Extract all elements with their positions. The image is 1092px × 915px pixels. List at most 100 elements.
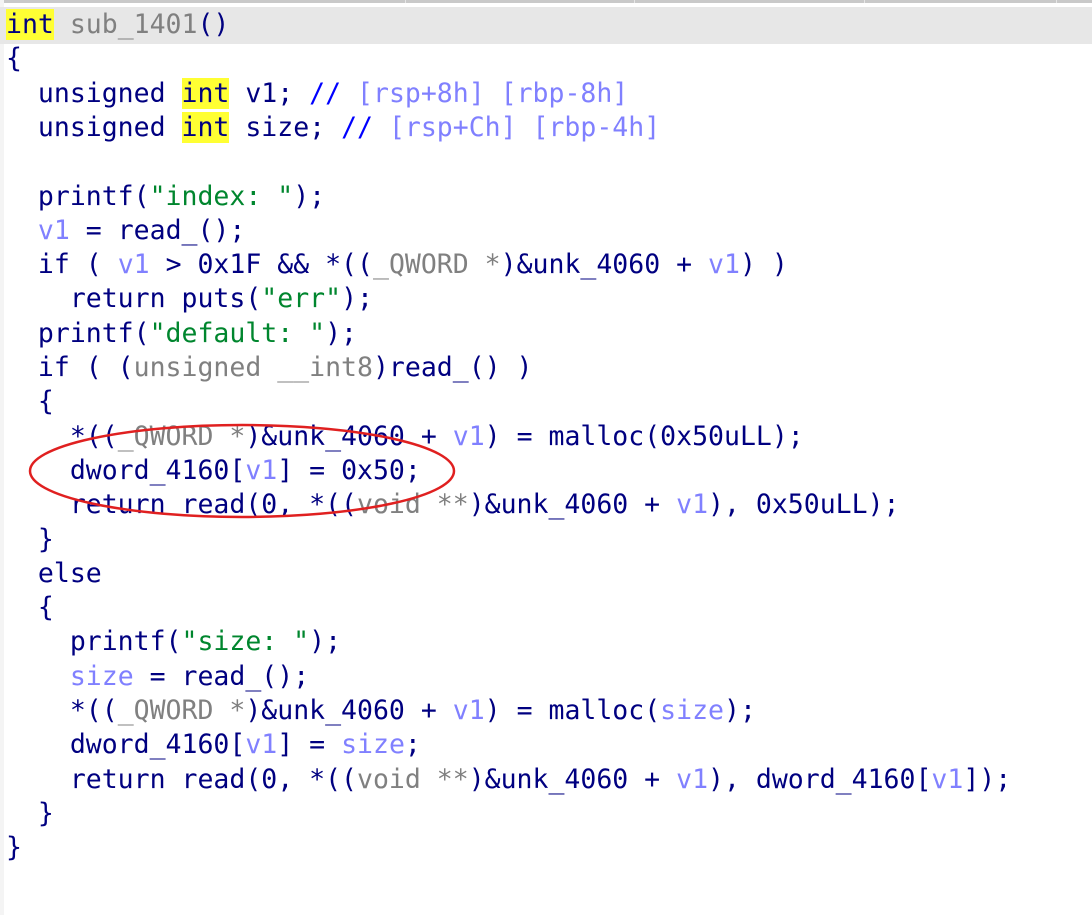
code-token: ] = [277,729,342,761]
code-token: printf( [6,626,182,658]
code-token: v1 [676,489,709,521]
code-token: v1 [117,249,150,281]
code-token: ); [341,283,373,315]
code-token: unsigned [6,77,182,109]
code-line: unsigned int size; // [rsp+Ch] [rbp-4h] [6,111,660,145]
code-token: "err" [261,283,342,315]
code-token: ]); [963,763,1012,795]
code-token: int [181,111,230,143]
code-token: } [6,832,22,864]
code-line: { [6,385,54,419]
code-token: return puts( [6,283,262,315]
code-token: int [181,77,230,109]
code-token: )&unk_4060 + [245,695,453,726]
code-token: void ** [357,763,469,795]
code-token: sub_1401 [53,9,198,40]
code-token: unsigned __int8 [133,352,373,383]
code-line: return read(0, *((void **)&unk_4060 + v1… [6,488,900,522]
code-token: )&unk_4060 + [500,249,709,281]
code-line: return read(0, *((void **)&unk_4060 + v1… [6,763,1011,797]
code-token: else [6,557,102,589]
code-token: size [69,660,134,692]
code-token: )&unk_4060 + [245,420,453,452]
code-token: )&unk_4060 + [468,489,677,521]
code-line: dword_4160[v1] = size; [6,728,421,762]
code-token: _QWORD * [372,249,501,281]
code-line: printf("index: "); [6,180,325,214]
code-token: "default: " [149,317,326,349]
code-token: dword_4160[ [6,729,246,761]
code-token: unsigned [6,111,182,143]
code-token: )read_() ) [372,352,533,383]
code-token: *(( [6,420,118,452]
code-token: = read_(); [133,660,310,692]
code-token: v1 [37,214,70,246]
code-token: // [341,111,389,143]
code-token: v1 [245,729,278,761]
code-token: return read(0, *(( [6,489,357,521]
code-token: v1 [676,763,709,795]
code-token: "size: " [181,626,310,658]
code-token: [rsp+Ch] [rbp-4h] [388,111,661,143]
code-token: size [341,729,405,761]
code-token: ); [293,180,326,212]
code-token: size; [229,111,342,143]
code-token: dword_4160[ [6,454,246,486]
code-token: _QWORD * [117,420,246,452]
code-token: v1 [931,763,964,795]
code-line: } [6,523,54,557]
code-token: ) ) [739,249,788,281]
code-token: v1 [452,695,485,726]
code-token: ) = malloc(0x50uLL); [484,420,804,452]
code-token: ); [724,695,756,726]
left-gutter [0,0,4,915]
code-line: unsigned int v1; // [rsp+8h] [rbp-8h] [6,77,628,111]
code-token: { [6,43,22,75]
code-token: v1 [708,249,740,281]
code-line: *((_QWORD *)&unk_4060 + v1) = malloc(0x5… [6,420,804,454]
code-token: () [197,9,230,40]
code-line: if ( (unsigned __int8)read_() ) [6,351,533,385]
code-token: = read_(); [69,214,246,246]
code-token: { [6,386,54,418]
code-line: { [6,591,54,625]
code-line: printf("default: "); [6,317,357,351]
code-token: "index: " [149,180,294,212]
pseudocode-view[interactable]: int sub_1401(){ unsigned int v1; // [rsp… [0,0,1092,915]
code-line: size = read_(); [6,660,309,694]
code-line: if ( v1 > 0x1F && *((_QWORD *)&unk_4060 … [6,248,788,282]
code-token: ); [309,626,342,658]
code-token: size [660,695,724,726]
code-token: *(( [6,695,118,726]
code-token: > 0x1F && *(( [149,249,373,281]
code-line: return puts("err"); [6,282,373,316]
code-token: // [309,77,358,109]
code-line: { [6,42,22,76]
code-token: if ( [6,249,118,281]
code-token: return read(0, *(( [6,763,357,795]
code-token: } [6,797,54,829]
code-line: v1 = read_(); [6,214,245,248]
code-token: ); [325,317,358,349]
code-line: int sub_1401() [6,8,229,42]
code-token: if ( ( [6,352,134,383]
code-token: [rsp+8h] [rbp-8h] [357,77,629,109]
code-token: v1 [452,420,485,452]
code-token: v1; [229,77,310,109]
code-line: printf("size: "); [6,625,341,659]
code-line: *((_QWORD *)&unk_4060 + v1) = malloc(siz… [6,694,756,728]
code-token: v1 [245,454,278,486]
code-token: ), dword_4160[ [708,763,932,795]
code-line: else [6,557,102,591]
code-line: } [6,797,54,831]
code-token: _QWORD * [117,695,246,726]
code-token: ; [404,729,421,761]
code-token: ), 0x50uLL); [708,489,900,521]
code-line: } [6,831,22,865]
top-border [0,0,1092,3]
code-token: )&unk_4060 + [468,763,677,795]
code-token: printf( [6,180,150,212]
code-token: printf( [6,317,150,349]
